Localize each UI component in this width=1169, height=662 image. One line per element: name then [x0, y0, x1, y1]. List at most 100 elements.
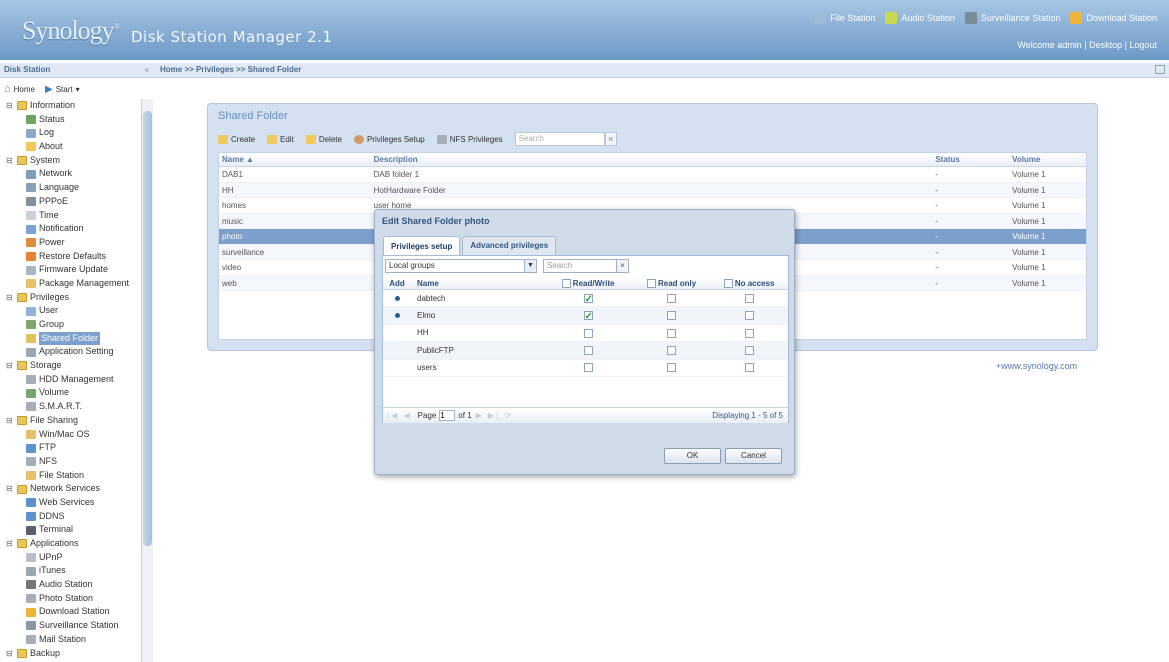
sidebar-category-system[interactable]: ⊟ System — [0, 154, 141, 168]
sidebar-item-nfs[interactable]: NFS — [0, 455, 141, 469]
collapse-toggle-icon[interactable]: ⊟ — [6, 99, 14, 113]
pager-next-last-icons[interactable]: ▶ ▶| ⟳ — [476, 411, 514, 420]
read-only-checkbox[interactable] — [667, 293, 676, 303]
tab-privileges-setup[interactable]: Privileges setup — [383, 236, 461, 255]
nfs-privileges-button[interactable]: NFS Privileges — [436, 134, 503, 144]
app-link-3[interactable]: Download Station — [1070, 12, 1157, 24]
sidebar-category-storage[interactable]: ⊟ Storage — [0, 359, 141, 373]
help-icon[interactable] — [1155, 65, 1165, 74]
column-header[interactable]: Status — [932, 153, 1009, 166]
tab-advanced-privileges[interactable]: Advanced privileges — [462, 236, 557, 255]
read-only-checkbox[interactable] — [667, 363, 676, 373]
table-row[interactable]: DAB1 DAB folder 1 - Volume 1 — [219, 167, 1086, 183]
sidebar-item-language[interactable]: Language — [0, 181, 141, 195]
column-header[interactable]: Name ▲ — [219, 153, 371, 166]
collapse-toggle-icon[interactable]: ⊟ — [6, 482, 14, 496]
start-button[interactable]: ▶ Start ▾ — [45, 84, 80, 95]
permission-row[interactable]: users — [383, 360, 788, 377]
sidebar-category-file-sharing[interactable]: ⊟ File Sharing — [0, 414, 141, 428]
read-write-checkbox[interactable] — [583, 346, 593, 356]
read-write-checkbox[interactable] — [583, 363, 593, 373]
sidebar-item-win-mac-os[interactable]: Win/Mac OS — [0, 428, 141, 442]
permission-row[interactable]: PublicFTP — [383, 342, 788, 360]
sidebar-item-itunes[interactable]: iTunes — [0, 564, 141, 578]
sidebar-item-user[interactable]: User — [0, 304, 141, 318]
sidebar-item-upnp[interactable]: UPnP — [0, 551, 141, 565]
sidebar-item-power[interactable]: Power — [0, 236, 141, 250]
sidebar-scrollbar[interactable] — [141, 99, 153, 662]
read-write-checkbox[interactable] — [583, 328, 593, 338]
sidebar-item-volume[interactable]: Volume — [0, 386, 141, 400]
collapse-toggle-icon[interactable]: ⊟ — [6, 359, 14, 373]
col-read-write[interactable]: Read/Write — [543, 278, 633, 290]
collapse-icon[interactable]: « — [145, 65, 149, 74]
read-write-checkbox[interactable] — [583, 291, 593, 308]
permission-row[interactable]: Elmo — [383, 307, 788, 326]
read-only-checkbox[interactable] — [667, 311, 676, 321]
permission-row[interactable]: dabtech — [383, 290, 788, 308]
desktop-link[interactable]: Desktop — [1089, 40, 1122, 50]
sidebar-item-firmware-update[interactable]: Firmware Update — [0, 263, 141, 277]
sidebar-item-terminal[interactable]: Terminal — [0, 523, 141, 537]
column-header[interactable]: Description — [371, 153, 933, 166]
sidebar-item-application-setting[interactable]: Application Setting — [0, 345, 141, 359]
sidebar-category-information[interactable]: ⊟ Information — [0, 99, 141, 113]
sidebar-item-mail-station[interactable]: Mail Station — [0, 633, 141, 647]
sidebar-item-photo-station[interactable]: Photo Station — [0, 592, 141, 606]
clear-search-icon[interactable]: × — [604, 132, 617, 146]
ok-button[interactable]: OK — [664, 448, 721, 464]
pager-first-prev-icons[interactable]: |◀ ◀ — [387, 411, 412, 420]
page-number-input[interactable] — [439, 410, 456, 421]
sidebar-item-surveillance-station[interactable]: Surveillance Station — [0, 619, 141, 633]
column-header[interactable]: Volume — [1009, 153, 1086, 166]
collapse-toggle-icon[interactable]: ⊟ — [6, 291, 14, 305]
create-button[interactable]: Create — [218, 134, 255, 144]
sidebar-item-group[interactable]: Group — [0, 318, 141, 332]
collapse-toggle-icon[interactable]: ⊟ — [6, 647, 14, 661]
delete-button[interactable]: Delete — [305, 134, 342, 144]
sidebar-category-backup[interactable]: ⊟ Backup — [0, 647, 141, 661]
read-only-checkbox[interactable] — [667, 346, 676, 356]
sidebar-item-ddns[interactable]: DDNS — [0, 510, 141, 524]
sidebar-category-applications[interactable]: ⊟ Applications — [0, 537, 141, 551]
edit-button[interactable]: Edit — [267, 134, 294, 144]
sidebar-item-pppoe[interactable]: PPPoE — [0, 195, 141, 209]
sidebar-item-ftp[interactable]: FTP — [0, 441, 141, 455]
sidebar-item-file-station[interactable]: File Station — [0, 469, 141, 483]
app-link-1[interactable]: Audio Station — [885, 12, 955, 24]
no-access-checkbox[interactable] — [744, 328, 754, 338]
collapse-toggle-icon[interactable]: ⊟ — [6, 414, 14, 428]
sidebar-item-notification[interactable]: Notification — [0, 222, 141, 236]
search-input[interactable]: Search — [514, 132, 605, 146]
no-access-checkbox[interactable] — [744, 311, 754, 321]
group-type-select[interactable]: Local groups ▼ — [385, 259, 537, 273]
permission-row[interactable]: HH — [383, 325, 788, 343]
privileges-setup-button[interactable]: Privileges Setup — [353, 134, 425, 144]
logout-link[interactable]: Logout — [1129, 40, 1157, 50]
home-button[interactable]: ⌂ Home — [4, 83, 35, 95]
sidebar-item-time[interactable]: Time — [0, 209, 141, 223]
collapse-toggle-icon[interactable]: ⊟ — [6, 537, 14, 551]
col-no-access[interactable]: No access — [710, 278, 788, 290]
clear-search-icon[interactable]: × — [616, 260, 628, 272]
dialog-search-input[interactable]: Search × — [543, 259, 629, 273]
read-only-checkbox[interactable] — [667, 328, 676, 338]
table-row[interactable]: HH HotHardware Folder - Volume 1 — [219, 182, 1086, 198]
sidebar-item-status[interactable]: Status — [0, 113, 141, 127]
col-read-only[interactable]: Read only — [633, 278, 710, 290]
synology-link[interactable]: +www.synology.com — [996, 361, 1077, 371]
sidebar-item-hdd-management[interactable]: HDD Management — [0, 373, 141, 387]
sidebar-category-network-services[interactable]: ⊟ Network Services — [0, 482, 141, 496]
sidebar-item-network[interactable]: Network — [0, 167, 141, 181]
sidebar-item-log[interactable]: Log — [0, 126, 141, 140]
sidebar-item-web-services[interactable]: Web Services — [0, 496, 141, 510]
no-access-checkbox[interactable] — [744, 293, 754, 303]
sidebar-item-shared-folder[interactable]: Shared Folder — [0, 331, 141, 346]
sidebar-item-restore-defaults[interactable]: Restore Defaults — [0, 250, 141, 264]
read-write-checkbox[interactable] — [583, 308, 593, 326]
cancel-button[interactable]: Cancel — [725, 448, 782, 464]
sidebar-item-package-management[interactable]: Package Management — [0, 277, 141, 291]
collapse-toggle-icon[interactable]: ⊟ — [6, 154, 14, 168]
app-link-0[interactable]: File Station — [814, 12, 875, 24]
no-access-checkbox[interactable] — [744, 363, 754, 373]
